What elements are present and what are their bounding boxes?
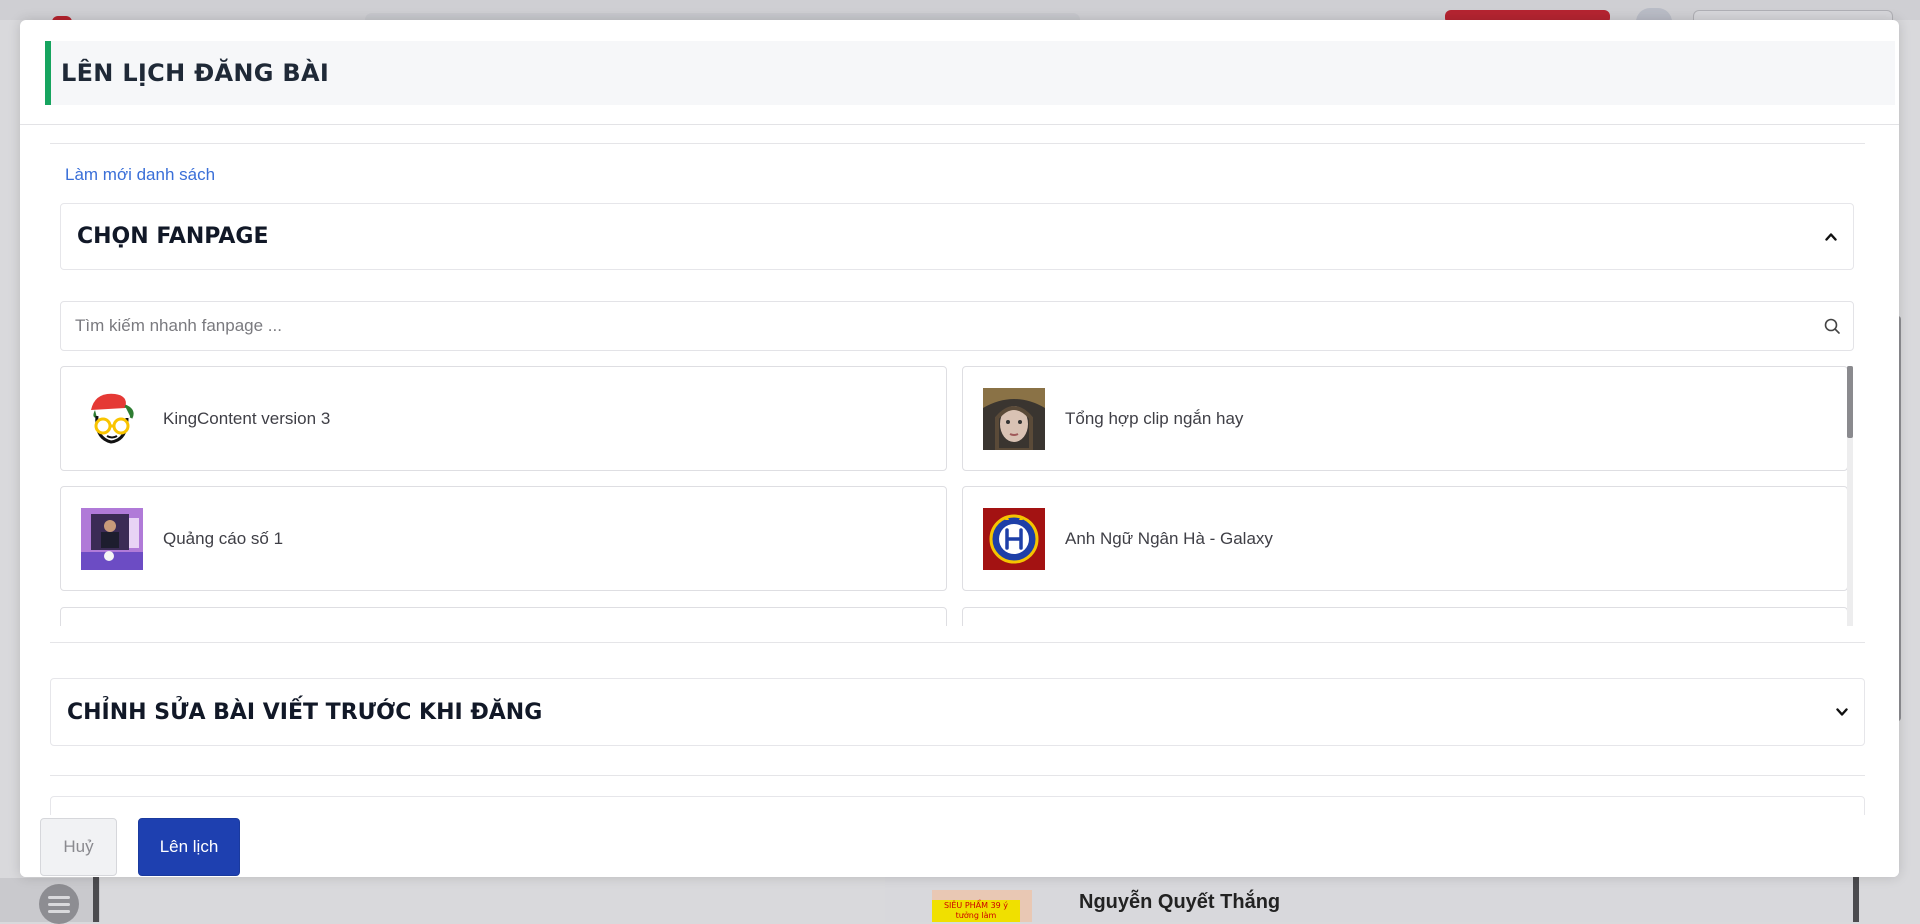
fanpage-card[interactable]: KingContent version 3 [60, 366, 947, 471]
schedule-post-modal: LÊN LỊCH ĐĂNG BÀI Làm mới danh sách CHỌN… [20, 20, 1899, 877]
body-top-divider [50, 143, 1865, 144]
modal-footer: Huỷ Lên lịch [20, 815, 1899, 877]
edit-section-header[interactable]: CHỈNH SỬA BÀI VIẾT TRƯỚC KHI ĐĂNG [50, 678, 1865, 746]
fanpage-card[interactable]: Tổng hợp clip ngắn hay [962, 366, 1848, 471]
section-divider [50, 775, 1865, 776]
fanpage-card-partial[interactable] [60, 607, 947, 626]
bg-card-strip [1853, 876, 1859, 922]
fanpage-section-title: CHỌN FANPAGE [77, 224, 269, 249]
fanpage-section-header[interactable]: CHỌN FANPAGE [60, 203, 1854, 270]
fanpage-search-input[interactable] [73, 315, 1823, 337]
search-icon[interactable] [1823, 317, 1841, 335]
fanpage-grid-scrollbar-thumb[interactable] [1847, 366, 1853, 438]
fanpage-name: KingContent version 3 [163, 408, 331, 428]
chevron-down-icon [1836, 708, 1848, 716]
cancel-button[interactable]: Huỷ [40, 818, 117, 876]
fanpage-card[interactable]: Anh Ngữ Ngân Hà - Galaxy [962, 486, 1848, 591]
fanpage-name: Tổng hợp clip ngắn hay [1065, 408, 1244, 428]
bg-card-author: Nguyễn Quyết Thắng [1079, 891, 1281, 913]
next-section-header[interactable] [50, 796, 1865, 815]
schedule-button[interactable]: Lên lịch [138, 818, 240, 876]
section-divider [50, 642, 1865, 643]
chevron-up-icon [1825, 232, 1837, 241]
bg-left-strip [93, 876, 99, 922]
modal-title: LÊN LỊCH ĐĂNG BÀI [61, 59, 330, 87]
fanpage-name: Quảng cáo số 1 [163, 528, 284, 548]
clip-avatar [983, 387, 1045, 450]
kingcontent-avatar [81, 387, 143, 450]
galaxy-avatar [983, 507, 1045, 570]
modal-body[interactable]: Làm mới danh sách CHỌN FANPAGE Tìm kiếm … [20, 125, 1899, 815]
fanpage-name: Anh Ngữ Ngân Hà - Galaxy [1065, 528, 1273, 548]
bg-menu-icon [39, 884, 79, 924]
modal-header: LÊN LỊCH ĐĂNG BÀI [45, 41, 1895, 105]
fanpage-search-box[interactable] [60, 301, 1854, 351]
bg-thumbnail-text: SIÊU PHẨM 39 ý tưởng làm [932, 900, 1020, 922]
quangcao-avatar [81, 507, 143, 570]
refresh-list-link[interactable]: Làm mới danh sách [65, 165, 215, 185]
fanpage-grid[interactable]: KingContent version 3 Tổng hợp clip ngắn… [60, 366, 1855, 626]
fanpage-card[interactable]: Quảng cáo số 1 [60, 486, 947, 591]
fanpage-card-partial[interactable] [962, 607, 1848, 626]
edit-section-title: CHỈNH SỬA BÀI VIẾT TRƯỚC KHI ĐĂNG [67, 699, 543, 725]
